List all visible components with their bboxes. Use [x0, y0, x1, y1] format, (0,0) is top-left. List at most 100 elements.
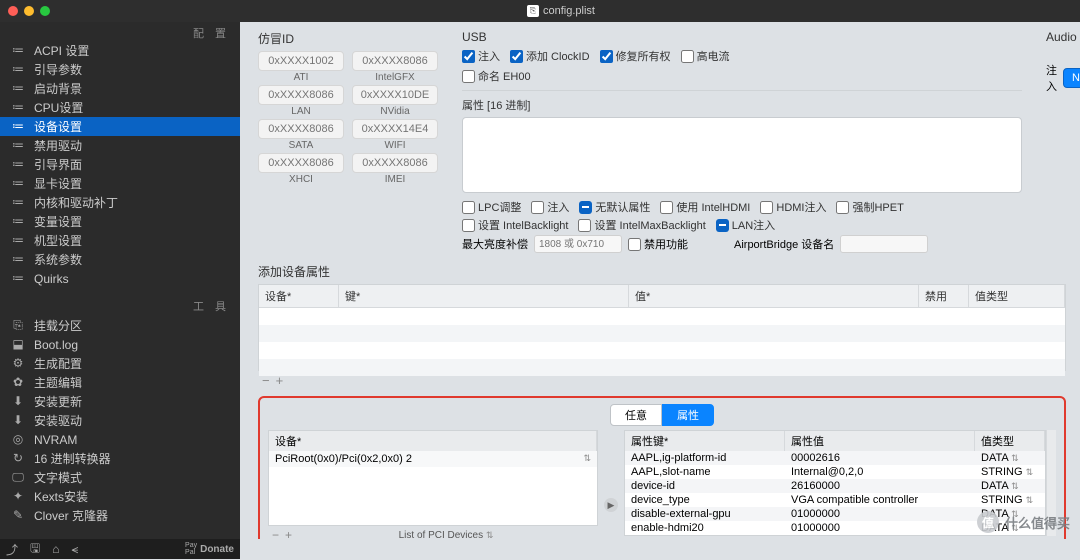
- sidebar-item-label: 显卡设置: [34, 175, 82, 192]
- sidebar-tool-item[interactable]: ⎘挂载分区: [0, 316, 240, 335]
- lpc-checkbox[interactable]: [462, 201, 475, 214]
- sidebar-item[interactable]: ≔内核和驱动补丁: [0, 193, 240, 212]
- propcol-value: 属性值: [785, 431, 975, 451]
- fakeid-input[interactable]: [352, 153, 438, 173]
- sidebar-tool-item[interactable]: ✎Clover 克隆器: [0, 506, 240, 525]
- sidebar-tool-item[interactable]: ⬇安装更新: [0, 392, 240, 411]
- list-icon: ≔: [10, 100, 26, 115]
- usb-addclock-checkbox[interactable]: [510, 50, 523, 63]
- transfer-toggle-icon[interactable]: ▶: [604, 498, 618, 512]
- property-row[interactable]: AAPL,ig-platform-id00002616DATA ⇅: [625, 451, 1045, 465]
- fakeid-input[interactable]: [258, 119, 344, 139]
- export-icon[interactable]: ⤴: [6, 541, 18, 558]
- home-icon[interactable]: ⌂: [52, 542, 59, 556]
- fakeid-title: 仿冒ID: [258, 30, 438, 47]
- sidebar-item[interactable]: ≔引导参数: [0, 60, 240, 79]
- devlist-add-button[interactable]: +: [285, 528, 292, 539]
- fakeid-input[interactable]: [258, 153, 344, 173]
- seg-any-button[interactable]: 任意: [610, 404, 662, 426]
- setmaxbl-checkbox[interactable]: [578, 219, 591, 232]
- maxbright-label: 最大亮度补偿: [462, 236, 528, 252]
- sidebar-item[interactable]: ≔设备设置: [0, 117, 240, 136]
- prop-hex-textarea[interactable]: [462, 117, 1022, 193]
- devlist-row[interactable]: PciRoot(0x0)/Pci(0x2,0x0) 2: [275, 453, 412, 465]
- window-minimize-button[interactable]: [24, 6, 34, 16]
- sidebar-item[interactable]: ≔显卡设置: [0, 174, 240, 193]
- fakeid-input[interactable]: [352, 119, 438, 139]
- addprops-add-button[interactable]: +: [276, 373, 284, 388]
- sidebar-item[interactable]: ≔禁用驱动: [0, 136, 240, 155]
- sidebar-tool-item[interactable]: ⬇安装驱动: [0, 411, 240, 430]
- sidebar-tool-item[interactable]: ⚙生成配置: [0, 354, 240, 373]
- sidebar-tool-item[interactable]: ◎NVRAM: [0, 430, 240, 449]
- sidebar-item-label: Clover 克隆器: [34, 507, 108, 524]
- sidebar-item[interactable]: ≔CPU设置: [0, 98, 240, 117]
- sidebar-item-label: 16 进制转换器: [34, 450, 111, 467]
- propcol-key: 属性键*: [625, 431, 785, 451]
- setbl-checkbox[interactable]: [462, 219, 475, 232]
- usehdmi-checkbox[interactable]: [660, 201, 673, 214]
- property-row[interactable]: device_typeVGA compatible controllerSTRI…: [625, 493, 1045, 507]
- col-disable: 禁用: [919, 285, 969, 307]
- col-type: 值类型: [969, 285, 1065, 307]
- sidebar-item[interactable]: ≔ACPI 设置: [0, 41, 240, 60]
- sidebar-item-label: Quirks: [34, 272, 69, 286]
- list-icon: ≔: [10, 252, 26, 267]
- sidebar-item-label: 机型设置: [34, 232, 82, 249]
- titlebar: ⎘ config.plist: [0, 0, 1080, 22]
- donate-button[interactable]: Donate: [200, 544, 234, 555]
- maxbright-input[interactable]: [534, 235, 622, 253]
- sidebar-item-label: 文字模式: [34, 469, 82, 486]
- list-icon: ≔: [10, 81, 26, 96]
- sidebar-item-label: 设备设置: [34, 118, 82, 135]
- nodefault-checkbox[interactable]: [579, 201, 592, 214]
- audio-title: Audio: [1046, 30, 1080, 44]
- devlist-remove-button[interactable]: −: [272, 528, 279, 539]
- addprops-remove-button[interactable]: −: [262, 373, 270, 388]
- fakeid-sublabel: WIFI: [352, 140, 438, 151]
- audio-inject-label: 注入: [1046, 62, 1057, 94]
- device-list-table[interactable]: 设备* PciRoot(0x0)/Pci(0x2,0x0) 2 ⇅: [268, 430, 598, 526]
- sidebar-tool-item[interactable]: ↻16 进制转换器: [0, 449, 240, 468]
- sidebar-tool-item[interactable]: ✦Kexts安装: [0, 487, 240, 506]
- sidebar-item[interactable]: ≔Quirks: [0, 269, 240, 288]
- sidebar-item-label: 系统参数: [34, 251, 82, 268]
- inject-checkbox[interactable]: [531, 201, 544, 214]
- hdmiinj-checkbox[interactable]: [760, 201, 773, 214]
- usb-highcurrent-checkbox[interactable]: [681, 50, 694, 63]
- sidebar-item[interactable]: ≔变量设置: [0, 212, 240, 231]
- audio-inject-select[interactable]: No: [1063, 68, 1080, 88]
- sidebar-item[interactable]: ≔启动背景: [0, 79, 240, 98]
- save-icon[interactable]: 🖫: [30, 539, 40, 560]
- seg-props-button[interactable]: 属性: [662, 404, 714, 426]
- fakeid-input[interactable]: [352, 85, 438, 105]
- forcehpet-checkbox[interactable]: [836, 201, 849, 214]
- disablefn-checkbox[interactable]: [628, 238, 641, 251]
- usb-nameeh-checkbox[interactable]: [462, 70, 475, 83]
- fakeid-input[interactable]: [258, 51, 344, 71]
- watermark: 值 什么值得买: [977, 511, 1070, 533]
- usb-fixown-checkbox[interactable]: [600, 50, 613, 63]
- sidebar: 配 置 ≔ACPI 设置≔引导参数≔启动背景≔CPU设置≔设备设置≔禁用驱动≔引…: [0, 22, 240, 539]
- laninj-checkbox[interactable]: [716, 219, 729, 232]
- sidebar-item[interactable]: ≔机型设置: [0, 231, 240, 250]
- fakeid-input[interactable]: [258, 85, 344, 105]
- sidebar-item-label: 变量设置: [34, 213, 82, 230]
- window-close-button[interactable]: [8, 6, 18, 16]
- stepper-icon[interactable]: ⇅: [583, 453, 591, 465]
- property-row[interactable]: device-id26160000DATA ⇅: [625, 479, 1045, 493]
- sidebar-tool-item[interactable]: ✿主题编辑: [0, 373, 240, 392]
- sidebar-item-label: 引导参数: [34, 61, 82, 78]
- property-row[interactable]: AAPL,slot-nameInternal@0,2,0STRING ⇅: [625, 465, 1045, 479]
- fakeid-input[interactable]: [352, 51, 438, 71]
- sidebar-item[interactable]: ≔引导界面: [0, 155, 240, 174]
- usb-inject-checkbox[interactable]: [462, 50, 475, 63]
- addprops-table[interactable]: 设备* 键* 值* 禁用 值类型: [258, 284, 1066, 371]
- list-icon: ≔: [10, 138, 26, 153]
- sidebar-item[interactable]: ≔ 系统参数: [0, 250, 240, 269]
- airport-input[interactable]: [840, 235, 928, 253]
- share-icon[interactable]: ⪪: [72, 542, 79, 557]
- sidebar-tool-item[interactable]: 🖵文字模式: [0, 468, 240, 487]
- sidebar-tool-item[interactable]: ⬓Boot.log: [0, 335, 240, 354]
- window-zoom-button[interactable]: [40, 6, 50, 16]
